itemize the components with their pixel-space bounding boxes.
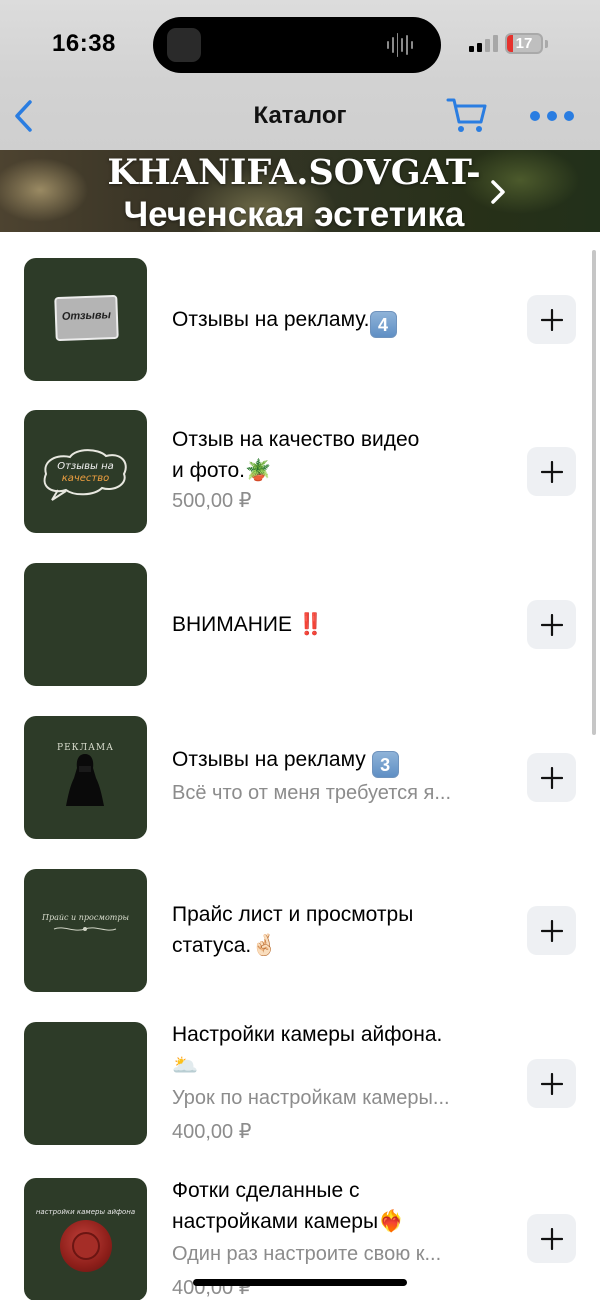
heart-on-fire-emoji: ❤️‍🔥 (378, 1210, 405, 1233)
cart-icon (446, 98, 487, 132)
list-item[interactable]: Отзывы Отзывы на рекламу. 4 (0, 258, 600, 381)
ornament-divider-art (53, 927, 117, 931)
cloud-sun-emoji: 🌥️ (172, 1054, 199, 1077)
product-thumbnail: Прайс и просмотры (24, 869, 147, 992)
item-title: Настройки камеры айфона. (172, 1023, 443, 1046)
product-thumbnail: РЕКЛАМА (24, 716, 147, 839)
item-title-text: Отзывы на рекламу. (172, 308, 370, 331)
product-thumbnail: настройки камеры айфона (24, 1178, 147, 1300)
item-description: Урок по настройкам камеры... (172, 1087, 450, 1109)
plus-icon (540, 919, 563, 942)
item-text: Настройки камеры айфона. 🌥️ Урок по наст… (172, 1019, 504, 1147)
list-item[interactable]: ВНИМАНИЕ ‼️ (0, 563, 600, 686)
item-price: 400,00 ₽ (172, 1121, 252, 1143)
item-title: Прайс лист и просмотры (172, 903, 414, 926)
wax-seal-center (72, 1232, 100, 1260)
item-text: ВНИМАНИЕ ‼️ (172, 609, 504, 640)
product-thumbnail (24, 563, 147, 686)
cart-button[interactable] (446, 96, 488, 134)
dynamic-island (153, 17, 441, 73)
plus-icon (540, 308, 563, 331)
thumbnail-label: Отзывы на (57, 461, 114, 472)
add-button[interactable] (527, 447, 576, 496)
product-thumbnail (24, 1022, 147, 1145)
shop-name: KHANIFA.SOVGAT- (107, 152, 481, 193)
plus-icon (540, 1072, 563, 1095)
item-title: Отзывы на рекламу. 4 (172, 304, 504, 338)
list-item[interactable]: Отзывы на качество Отзыв на качество вид… (0, 410, 600, 533)
item-title-text: и фото. (172, 459, 245, 482)
item-title: Отзыв на качество видео (172, 428, 420, 451)
keycap-badge: 3 (371, 751, 399, 778)
item-description: Всё что от меня требуется я... (172, 782, 452, 804)
page-title: Каталог (253, 102, 347, 129)
battery-icon: 17 (505, 33, 543, 54)
more-dot (547, 111, 557, 121)
plus-icon (540, 766, 563, 789)
item-title-text: статуса. (172, 934, 252, 957)
crossed-fingers-emoji: 🤞🏻 (251, 934, 278, 957)
item-title-line2: настройками камеры❤️‍🔥 (172, 1206, 504, 1237)
home-indicator[interactable] (193, 1279, 407, 1286)
item-title-text: Отзывы на рекламу (172, 748, 372, 771)
item-title-line2: статуса.🤞🏻 (172, 930, 504, 961)
status-time: 16:38 (52, 30, 116, 57)
add-button[interactable] (527, 1214, 576, 1263)
item-title-text: настройками камеры (172, 1210, 379, 1233)
thumbnail-label: Отзывы (61, 309, 112, 323)
scrollbar[interactable] (592, 250, 596, 735)
list-item[interactable]: Настройки камеры айфона. 🌥️ Урок по наст… (0, 1022, 600, 1145)
plus-icon (540, 613, 563, 636)
sticker-art: Отзывы (54, 294, 119, 342)
battery-level: 17 (515, 35, 533, 52)
list-item[interactable]: Прайс и просмотры Прайс лист и просмотры… (0, 869, 600, 992)
exclamation-icon: ‼️ (297, 613, 324, 636)
battery-tip (545, 40, 548, 48)
plus-icon (540, 1227, 563, 1250)
shop-banner[interactable]: KHANIFA.SOVGAT- Чеченская эстетика (0, 150, 600, 232)
add-button[interactable] (527, 295, 576, 344)
keycap-badge: 4 (369, 311, 397, 338)
item-title: ВНИМАНИЕ ‼️ (172, 609, 504, 640)
add-button[interactable] (527, 600, 576, 649)
add-button[interactable] (527, 753, 576, 802)
item-title-text: ВНИМАНИЕ (172, 613, 298, 636)
more-dot (530, 111, 540, 121)
product-list[interactable]: Отзывы Отзывы на рекламу. 4 Отзывы на кач… (0, 232, 600, 1300)
more-dot (564, 111, 574, 121)
item-price: 500,00 ₽ (172, 490, 252, 512)
product-thumbnail: Отзывы на качество (24, 410, 147, 533)
item-text: Отзывы на рекламу. 4 (172, 304, 504, 338)
item-text: Прайс лист и просмотры статуса.🤞🏻 (172, 899, 504, 961)
more-button[interactable] (530, 106, 574, 126)
item-description: Один раз настроите свою к... (172, 1243, 442, 1265)
item-title: Фотки сделанные с (172, 1179, 360, 1202)
thumbnail-label: Прайс и просмотры (42, 913, 129, 922)
item-title: Отзывы на рекламу 3 (172, 744, 504, 778)
add-button[interactable] (527, 906, 576, 955)
signal-icon (469, 34, 498, 52)
thumbnail-label: настройки камеры айфона (35, 1208, 136, 1216)
header: 16:38 17 Каталог (0, 0, 600, 150)
camera-icon (167, 28, 201, 62)
add-button[interactable] (527, 1059, 576, 1108)
thumbnail-label: качество (61, 473, 110, 484)
item-text: Отзывы на рекламу 3 Всё что от меня треб… (172, 744, 504, 808)
list-item[interactable]: РЕКЛАМА Отзывы на рекламу 3 Всё что от м… (0, 716, 600, 839)
product-thumbnail: Отзывы (24, 258, 147, 381)
plus-icon (540, 460, 563, 483)
item-price: 400,00 ₽ (172, 1277, 252, 1299)
audio-wave-icon (387, 31, 413, 59)
woman-silhouette-art (66, 754, 104, 806)
chevron-right-icon (491, 180, 505, 204)
item-title-line2: и фото.🪴 (172, 455, 504, 486)
thumbnail-label: РЕКЛАМА (57, 743, 114, 753)
plant-emoji: 🪴 (244, 459, 272, 482)
shop-subtitle: Чеченская эстетика (123, 195, 465, 232)
item-text: Отзыв на качество видео и фото.🪴 500,00 … (172, 424, 504, 516)
wax-seal-art (60, 1220, 112, 1272)
